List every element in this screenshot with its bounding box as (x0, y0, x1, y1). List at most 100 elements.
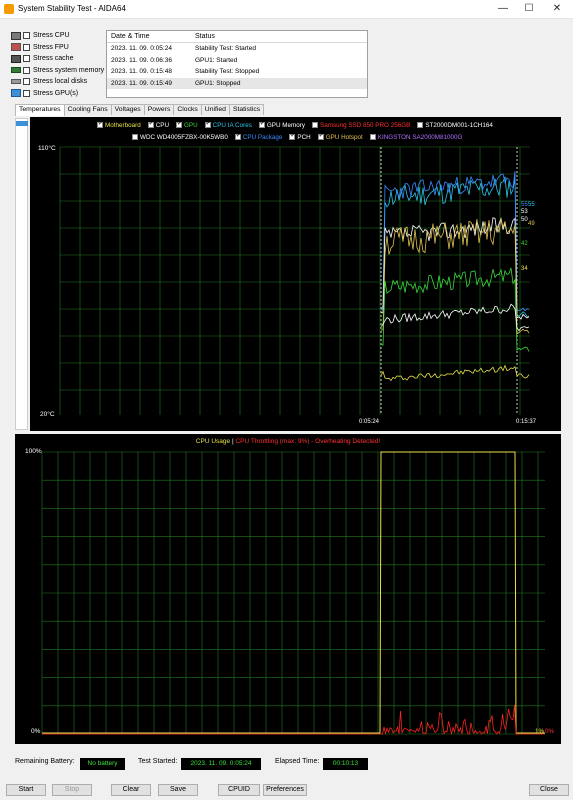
legend-item[interactable]: Samsung SSD 850 PRO 256GB (312, 121, 410, 129)
chart-tabs: Temperatures Cooling Fans Voltages Power… (15, 104, 265, 116)
legend-checkbox[interactable] (289, 132, 295, 140)
stress-disks-label: Stress local disks (33, 78, 88, 86)
log-row[interactable]: 2023. 11. 09. 0:05:24 Stability Test: St… (107, 43, 367, 55)
temp-x-label-start: 0:05:24 (359, 419, 380, 425)
legend-item[interactable]: CPU (147, 120, 169, 129)
temperature-chart-panel: 110°C 20°C 0:05:24 0:15:37 55 55 53 50 49 42 34 (30, 117, 561, 431)
stress-disks-option[interactable]: Stress local disks (11, 76, 106, 88)
cpuid-button[interactable]: CPUID (218, 784, 260, 796)
stress-cpu-label: Stress CPU (33, 32, 70, 40)
stop-button[interactable]: Stop (52, 784, 92, 796)
legend-checkbox[interactable] (258, 120, 265, 128)
legend-checkbox[interactable] (369, 134, 376, 140)
legend-item[interactable]: ST2000DM001-1CH164 (417, 121, 493, 129)
stress-memory-label: Stress system memory (33, 66, 105, 74)
temp-end-value-label: 53 (521, 209, 528, 215)
legend-item[interactable]: CPU Package (234, 132, 282, 141)
fpu-icon (11, 43, 21, 52)
elapsed-time-value: 00:10:13 (323, 758, 368, 770)
event-log[interactable]: Date & Time Status 2023. 11. 09. 0:05:24… (106, 30, 368, 98)
start-button[interactable]: Start (6, 784, 46, 796)
legend-item[interactable]: PCH (289, 132, 311, 141)
disk-icon (11, 79, 21, 85)
usage-end-value-throttle: 0% (545, 728, 555, 735)
preferences-button[interactable]: Preferences (263, 784, 307, 796)
clear-button[interactable]: Clear (111, 784, 151, 796)
legend-checkbox[interactable] (234, 132, 241, 140)
tab-unified[interactable]: Unified (200, 104, 230, 115)
stress-fpu-option[interactable]: Stress FPU (11, 42, 106, 54)
tab-voltages[interactable]: Voltages (110, 104, 145, 115)
legend-item[interactable]: KINGSTON SA2000M81000G (369, 133, 462, 141)
legend-checkbox[interactable] (147, 120, 154, 128)
gpu-icon (11, 89, 21, 98)
legend-checkbox[interactable] (176, 120, 182, 128)
stress-cpu-option[interactable]: Stress CPU (11, 30, 106, 42)
elapsed-time-label: Elapsed Time: (275, 758, 320, 765)
log-cell-status: Stability Test: Stopped (195, 68, 260, 75)
stress-memory-option[interactable]: Stress system memory (11, 65, 106, 77)
stress-cpu-checkbox[interactable] (23, 32, 30, 40)
legend-item[interactable]: GPU Memory (258, 120, 305, 129)
temperature-grid (59, 146, 530, 415)
legend-checkbox[interactable] (312, 122, 318, 128)
tab-cooling-fans[interactable]: Cooling Fans (63, 104, 112, 115)
cpu-usage-chart-panel: CPU Usage | CPU Throttling (max: 9%) - O… (15, 434, 561, 744)
tab-powers[interactable]: Powers (143, 104, 175, 115)
stress-gpu-checkbox[interactable] (23, 89, 30, 97)
log-cell-status: GPU1: Started (195, 56, 238, 64)
log-header-datetime[interactable]: Date & Time (107, 31, 191, 42)
close-window-button[interactable]: ✕ (543, 1, 571, 17)
temp-x-label-end: 0:15:37 (516, 419, 537, 425)
temp-y-min-label: 20°C (40, 410, 55, 418)
legend-item[interactable]: GPU (176, 120, 198, 129)
legend-checkbox[interactable] (317, 132, 324, 140)
stress-cache-option[interactable]: Stress cache (11, 53, 106, 65)
cache-icon (11, 54, 21, 63)
stress-disks-checkbox[interactable] (23, 78, 30, 86)
log-cell-datetime: 2023. 11. 09. 0:06:36 (111, 56, 172, 64)
log-row[interactable]: 2023. 11. 09. 0:15:48 Stability Test: St… (107, 66, 367, 78)
log-row[interactable]: 2023. 11. 09. 0:06:36 GPU1: Started (107, 55, 367, 67)
log-cell-datetime: 2023. 11. 09. 0:15:48 (111, 68, 172, 75)
usage-title-separator: | (231, 438, 234, 445)
save-button[interactable]: Save (158, 784, 198, 796)
close-button[interactable]: Close (529, 784, 569, 796)
series-line-cpu-throttling (42, 704, 545, 735)
sensor-list-strip[interactable] (15, 118, 28, 430)
legend-checkbox[interactable] (417, 122, 424, 128)
legend-checkbox[interactable] (204, 120, 211, 128)
stress-cache-checkbox[interactable] (23, 55, 30, 63)
tab-clocks[interactable]: Clocks (173, 104, 202, 115)
series-line-pch (380, 303, 530, 332)
log-cell-status: GPU1: Stopped (195, 79, 241, 87)
temp-end-value-label: 42 (521, 241, 528, 247)
log-row-selected[interactable]: 2023. 11. 09. 0:15:49 GPU1: Stopped (107, 77, 367, 89)
log-header-status[interactable]: Status (191, 31, 365, 42)
tab-temperatures[interactable]: Temperatures (15, 104, 65, 116)
legend-item[interactable]: GPU Hotspot (317, 132, 363, 141)
legend-label: GPU Memory (266, 121, 305, 129)
stress-fpu-checkbox[interactable] (23, 43, 30, 51)
log-cell-datetime: 2023. 11. 09. 0:15:49 (111, 79, 172, 87)
usage-grid (41, 451, 545, 735)
cpu-usage-chart (41, 451, 545, 735)
stress-memory-checkbox[interactable] (23, 66, 30, 74)
legend-item[interactable]: Motherboard (97, 120, 141, 129)
usage-chart-title: CPU Usage | CPU Throttling (max: 9%) - O… (15, 438, 561, 445)
minimize-button[interactable]: — (489, 1, 517, 17)
legend-checkbox[interactable] (97, 120, 103, 128)
stress-gpu-label: Stress GPU(s) (33, 89, 79, 97)
temp-end-value-label: 55 (528, 202, 535, 208)
stress-gpu-option[interactable]: Stress GPU(s) (11, 88, 106, 100)
legend-label: Motherboard (105, 121, 141, 129)
tab-statistics[interactable]: Statistics (228, 104, 265, 115)
window-title: System Stability Test - AIDA64 (18, 4, 126, 13)
title-bar: System Stability Test - AIDA64 — ☐ ✕ (0, 0, 573, 19)
maximize-button[interactable]: ☐ (515, 1, 543, 17)
legend-label: CPU (155, 121, 169, 129)
legend-item[interactable]: WDC WD4005FZBX-00K5WB0 (132, 133, 228, 141)
stress-cache-label: Stress cache (33, 55, 74, 63)
legend-item[interactable]: CPU IA Cores (204, 120, 252, 129)
legend-checkbox[interactable] (132, 134, 138, 140)
